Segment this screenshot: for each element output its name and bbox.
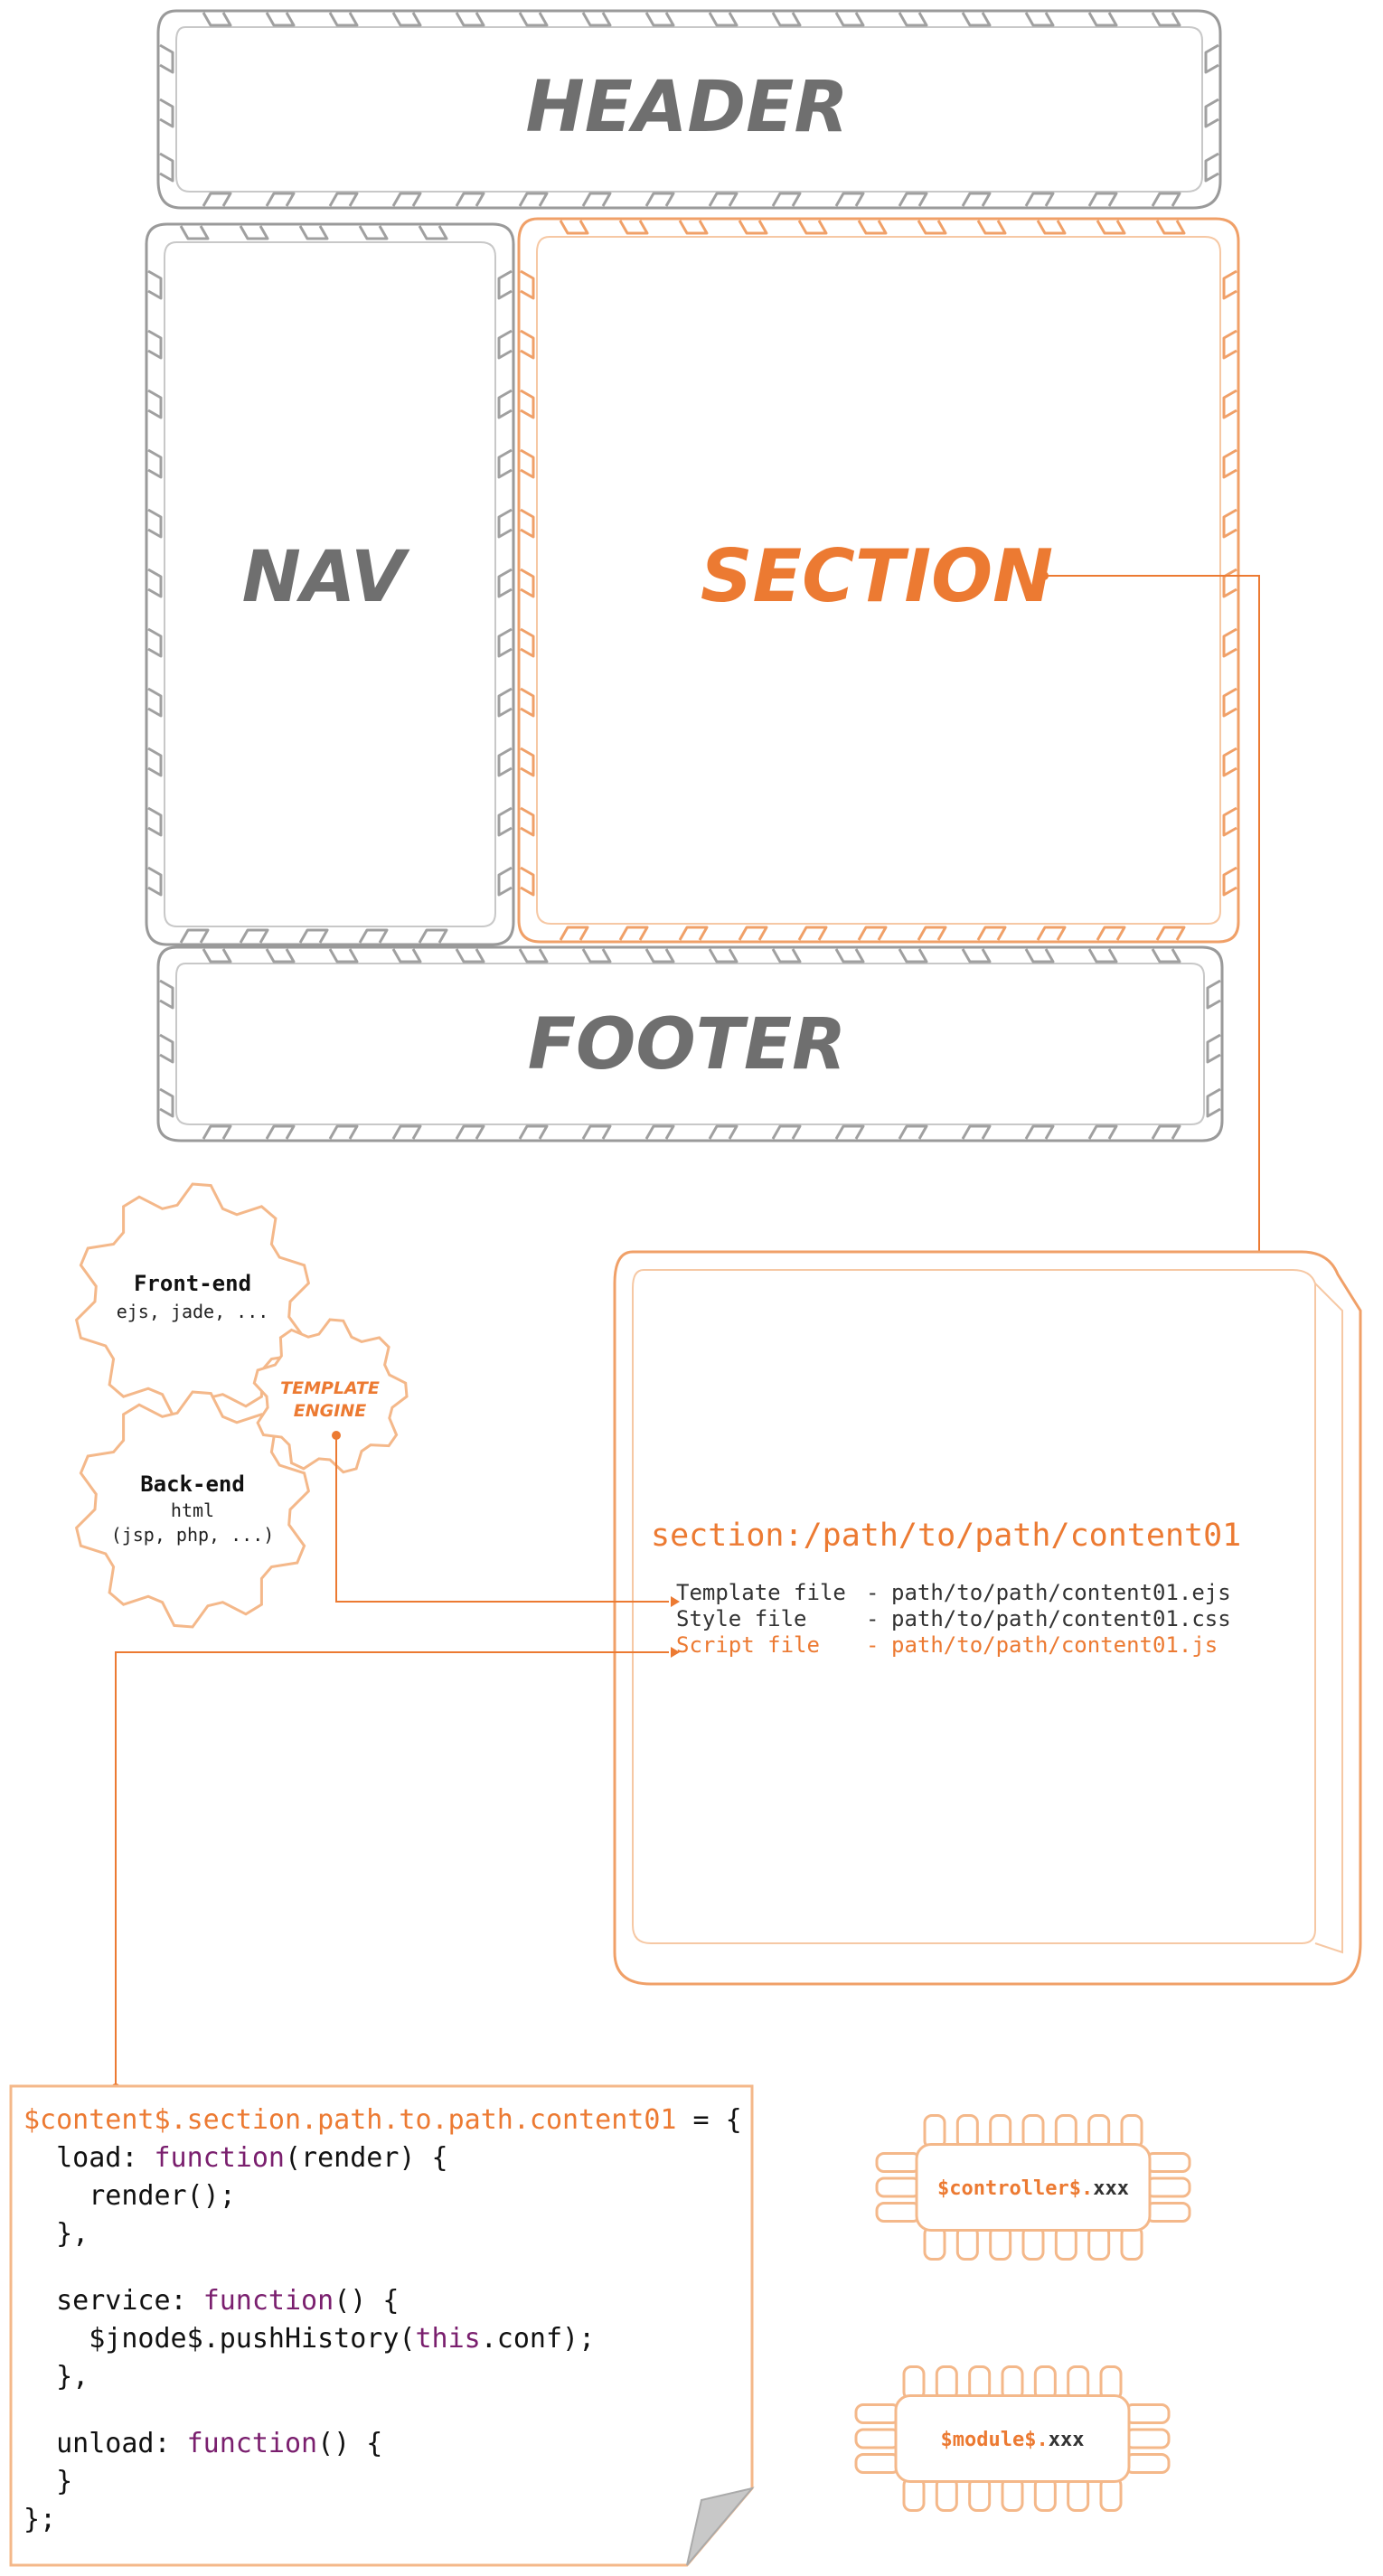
nav-label: NAV (242, 537, 410, 618)
svg-text:},: }, (24, 2218, 89, 2250)
chip-pin (875, 2176, 922, 2198)
script-file-line (115, 1651, 669, 2088)
file-row-script: Script file - path/to/path/content01.js (676, 1632, 1218, 1658)
nav-block: NAV (145, 222, 515, 946)
chip-pin (875, 2152, 922, 2173)
header-label: HEADER (525, 67, 848, 148)
svg-text:},: }, (24, 2361, 89, 2393)
svg-text:-: - (866, 1580, 879, 1605)
chip-pin (1144, 2202, 1191, 2223)
frontend-sub: ejs, jade, ... (117, 1301, 269, 1322)
chip-pin (1124, 2403, 1171, 2424)
template-engine-line1: TEMPLATE (280, 1378, 380, 1398)
svg-text:Script file: Script file (676, 1632, 820, 1658)
section-block: SECTION (517, 217, 1240, 944)
section-panel: section:/path/to/path/content01 Template… (613, 1250, 1362, 1986)
frontend-title: Front-end (134, 1271, 251, 1296)
svg-text:path/to/path/content01.ejs: path/to/path/content01.ejs (891, 1580, 1231, 1605)
chip-pin (854, 2453, 901, 2474)
svg-text:service: function() {: service: function() { (24, 2285, 399, 2317)
svg-text:};: }; (24, 2504, 56, 2535)
chip-pin (1144, 2176, 1191, 2198)
svg-text:}: } (24, 2466, 72, 2497)
code-box: $content$.section.path.to.path.content01… (9, 2084, 755, 2567)
file-row-style: Style file - path/to/path/content01.css (676, 1606, 1231, 1631)
chip-pin (875, 2202, 922, 2223)
backend-sub1: html (171, 1500, 214, 1521)
svg-text:render();: render(); (24, 2180, 236, 2212)
svg-text:$jnode$.pushHistory(this.conf): $jnode$.pushHistory(this.conf); (24, 2323, 595, 2355)
svg-text:Style file: Style file (676, 1606, 807, 1631)
template-engine-line2: ENGINE (294, 1401, 366, 1421)
backend-sub2: (jsp, php, ...) (111, 1524, 275, 1546)
svg-text:path/to/path/content01.css: path/to/path/content01.css (891, 1606, 1231, 1631)
section-label: SECTION (701, 534, 1053, 618)
svg-text:path/to/path/content01.js: path/to/path/content01.js (891, 1632, 1218, 1658)
svg-text:-: - (866, 1606, 879, 1631)
header-block: HEADER (156, 9, 1222, 210)
svg-text:-: - (866, 1632, 879, 1658)
controller-chip-label: $controller$.xxx (937, 2177, 1129, 2200)
panel-path: section:/path/to/path/content01 (651, 1518, 1241, 1554)
module-chip-label: $module$.xxx (941, 2429, 1085, 2451)
chip-pin (854, 2403, 901, 2424)
architecture-diagram: HEADER NAV SECTION FOOTER section:/path/… (9, 9, 1362, 2567)
chip-pin (854, 2428, 901, 2449)
chip-pin (1124, 2428, 1171, 2449)
svg-text:Template file: Template file (676, 1580, 846, 1605)
chip-pin (1124, 2453, 1171, 2474)
chip-pin (1144, 2152, 1191, 2173)
footer-block: FOOTER (156, 945, 1224, 1142)
backend-title: Back-end (140, 1471, 245, 1497)
svg-text:load: function(render) {: load: function(render) { (24, 2142, 448, 2174)
svg-text:$content$.section.path.to.path: $content$.section.path.to.path.content01… (24, 2104, 742, 2136)
footer-label: FOOTER (528, 1004, 846, 1086)
svg-text:unload: function() {: unload: function() { (24, 2428, 382, 2459)
file-row-template: Template file - path/to/path/content01.e… (676, 1580, 1231, 1605)
